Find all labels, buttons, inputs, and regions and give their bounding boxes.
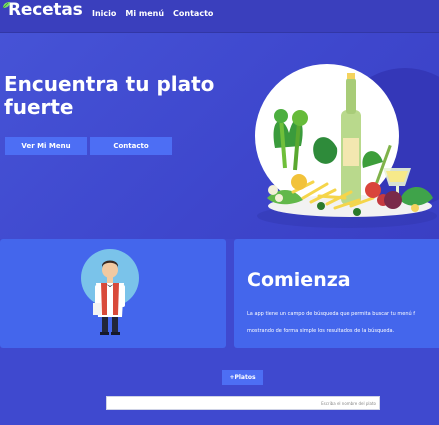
logo[interactable]: Recetas bbox=[2, 0, 83, 22]
waiter-icon bbox=[81, 249, 139, 335]
add-platos-button[interactable]: +Platos bbox=[222, 370, 263, 385]
nav-link-mi-menu[interactable]: Mi menú bbox=[125, 9, 164, 18]
description-line-1: La app tiene un campo de búsqueda que pe… bbox=[247, 311, 416, 317]
description-line-2: mostrando de forma simple los resultados… bbox=[247, 328, 395, 334]
leaf-icon bbox=[2, 2, 10, 9]
comienza-title: Comienza bbox=[247, 269, 351, 291]
hero-title: Encuentra tu plato fuerte bbox=[4, 72, 215, 119]
comienza-description: La app tiene un campo de búsqueda que pe… bbox=[247, 306, 439, 340]
ver-mi-menu-button[interactable]: Ver Mi Menu bbox=[5, 137, 87, 155]
nav-link-inicio[interactable]: Inicio bbox=[92, 9, 116, 18]
salad-plate-illustration bbox=[255, 64, 439, 228]
hero-section: Encuentra tu plato fuerte Ver Mi Menu Co… bbox=[0, 33, 439, 239]
waiter-card bbox=[0, 239, 226, 348]
dish-search-input[interactable] bbox=[106, 396, 380, 410]
contacto-button[interactable]: Contacto bbox=[90, 137, 172, 155]
main-nav: Inicio Mi menú Contacto bbox=[92, 9, 213, 18]
comienza-card: Comienza La app tiene un campo de búsque… bbox=[234, 239, 439, 348]
nav-link-contacto[interactable]: Contacto bbox=[173, 9, 213, 18]
top-navbar: Recetas Inicio Mi menú Contacto bbox=[0, 0, 439, 33]
brand-name: Recetas bbox=[8, 0, 83, 20]
